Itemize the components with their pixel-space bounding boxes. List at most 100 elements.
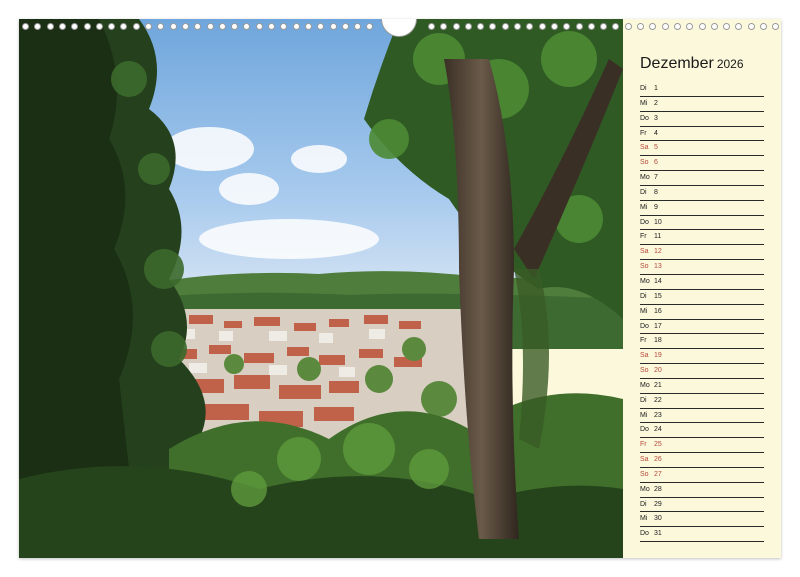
day-number: 9 bbox=[654, 203, 658, 211]
day-row: Sa 19 bbox=[640, 349, 764, 365]
weekday-label: Fr bbox=[640, 441, 647, 449]
day-number: 5 bbox=[654, 144, 658, 152]
day-row: Mi 2 bbox=[640, 97, 764, 112]
day-row: Fr 18 bbox=[640, 334, 764, 350]
day-row: Do 31 bbox=[640, 527, 764, 543]
weekday-label: Mi bbox=[640, 203, 648, 211]
weekday-label: Sa bbox=[640, 144, 649, 152]
day-row: Do 3 bbox=[640, 112, 764, 127]
day-row: So 6 bbox=[640, 156, 764, 172]
weekday-label: So bbox=[640, 263, 649, 271]
day-row: Mo 28 bbox=[640, 483, 764, 498]
weekday-label: Do bbox=[640, 114, 649, 122]
day-row: Fr 4 bbox=[640, 127, 764, 142]
day-number: 22 bbox=[654, 396, 662, 404]
day-number: 27 bbox=[654, 470, 662, 478]
day-row: Di 1 bbox=[640, 82, 764, 97]
day-number: 8 bbox=[654, 188, 658, 196]
weekday-label: So bbox=[640, 470, 649, 478]
day-number: 4 bbox=[654, 129, 658, 137]
weekday-label: Fr bbox=[640, 337, 647, 345]
day-number: 14 bbox=[654, 277, 662, 285]
landscape-illustration bbox=[19, 19, 623, 558]
day-number: 11 bbox=[654, 233, 662, 241]
day-number: 12 bbox=[654, 248, 662, 256]
day-row: Fr 25 bbox=[640, 438, 764, 454]
weekday-label: Mo bbox=[640, 277, 650, 285]
day-row: Mi 9 bbox=[640, 201, 764, 216]
weekday-label: So bbox=[640, 159, 649, 167]
day-row: Mo 14 bbox=[640, 275, 764, 290]
day-row: So 27 bbox=[640, 468, 764, 483]
day-number: 31 bbox=[654, 530, 662, 538]
day-number: 24 bbox=[654, 426, 662, 434]
day-number: 15 bbox=[654, 292, 662, 300]
day-number: 16 bbox=[654, 307, 662, 315]
calendar-page: Dezember 2026 Di 1 Mi 2 Do 3 Fr 4 Sa 5 So 6 Mo 7 Di 8 Mi 9… bbox=[19, 19, 781, 558]
month-name: Dezember bbox=[640, 55, 714, 72]
day-row: Di 29 bbox=[640, 498, 764, 513]
day-row: Do 10 bbox=[640, 216, 764, 231]
weekday-label: Mo bbox=[640, 485, 650, 493]
day-number: 1 bbox=[654, 85, 658, 92]
weekday-label: Do bbox=[640, 426, 649, 434]
day-number: 29 bbox=[654, 500, 662, 508]
weekday-label: So bbox=[640, 367, 649, 375]
day-list: Di 1 Mi 2 Do 3 Fr 4 Sa 5 So 6 Mo 7 Di 8 Mi 9 Do 10 Fr 11 Sa 12 S… bbox=[640, 82, 764, 543]
day-row: Sa 5 bbox=[640, 141, 764, 157]
year-label: 2026 bbox=[716, 57, 744, 71]
weekday-label: Do bbox=[640, 322, 649, 330]
calendar-sidebar: Dezember 2026 Di 1 Mi 2 Do 3 Fr 4 Sa 5 So 6 Mo 7 Di 8 Mi 9… bbox=[623, 19, 781, 558]
weekday-label: Sa bbox=[640, 248, 649, 256]
weekday-label: Fr bbox=[640, 129, 647, 137]
day-row: Sa 12 bbox=[640, 245, 764, 261]
day-number: 17 bbox=[654, 322, 662, 330]
weekday-label: Di bbox=[640, 500, 647, 508]
day-number: 10 bbox=[654, 218, 662, 226]
day-number: 18 bbox=[654, 337, 662, 345]
weekday-label: Di bbox=[640, 85, 647, 92]
day-number: 2 bbox=[654, 99, 658, 107]
weekday-label: Sa bbox=[640, 352, 649, 360]
weekday-label: Mi bbox=[640, 515, 648, 523]
day-number: 13 bbox=[654, 263, 662, 271]
month-title: Dezember 2026 bbox=[640, 55, 744, 73]
day-number: 26 bbox=[654, 456, 662, 464]
day-number: 3 bbox=[654, 114, 658, 122]
day-row: Mo 21 bbox=[640, 379, 764, 394]
day-row: Mi 23 bbox=[640, 409, 764, 424]
day-number: 30 bbox=[654, 515, 662, 523]
day-row: Fr 11 bbox=[640, 230, 764, 246]
weekday-label: Mi bbox=[640, 411, 648, 419]
weekday-label: Mi bbox=[640, 307, 648, 315]
day-number: 25 bbox=[654, 441, 662, 449]
day-row: Do 17 bbox=[640, 320, 764, 335]
day-row: Mo 7 bbox=[640, 171, 764, 186]
day-row: Di 15 bbox=[640, 290, 764, 305]
day-number: 19 bbox=[654, 352, 662, 360]
weekday-label: Di bbox=[640, 292, 647, 300]
day-number: 20 bbox=[654, 367, 662, 375]
day-number: 23 bbox=[654, 411, 662, 419]
day-row: So 20 bbox=[640, 364, 764, 379]
day-row: Mi 30 bbox=[640, 512, 764, 528]
day-row: Sa 26 bbox=[640, 453, 764, 468]
weekday-label: Di bbox=[640, 396, 647, 404]
day-row: Mi 16 bbox=[640, 305, 764, 320]
weekday-label: Di bbox=[640, 188, 647, 196]
day-number: 7 bbox=[654, 174, 658, 182]
day-number: 6 bbox=[654, 159, 658, 167]
weekday-label: Mo bbox=[640, 381, 650, 389]
day-row: Do 24 bbox=[640, 423, 764, 439]
weekday-label: Do bbox=[640, 530, 649, 538]
day-row: So 13 bbox=[640, 260, 764, 275]
weekday-label: Do bbox=[640, 218, 649, 226]
weekday-label: Mo bbox=[640, 174, 650, 182]
day-number: 28 bbox=[654, 485, 662, 493]
weekday-label: Sa bbox=[640, 456, 649, 464]
weekday-label: Mi bbox=[640, 99, 648, 107]
weekday-label: Fr bbox=[640, 233, 647, 241]
day-row: Di 8 bbox=[640, 186, 764, 201]
day-row: Di 22 bbox=[640, 394, 764, 409]
day-number: 21 bbox=[654, 381, 662, 389]
